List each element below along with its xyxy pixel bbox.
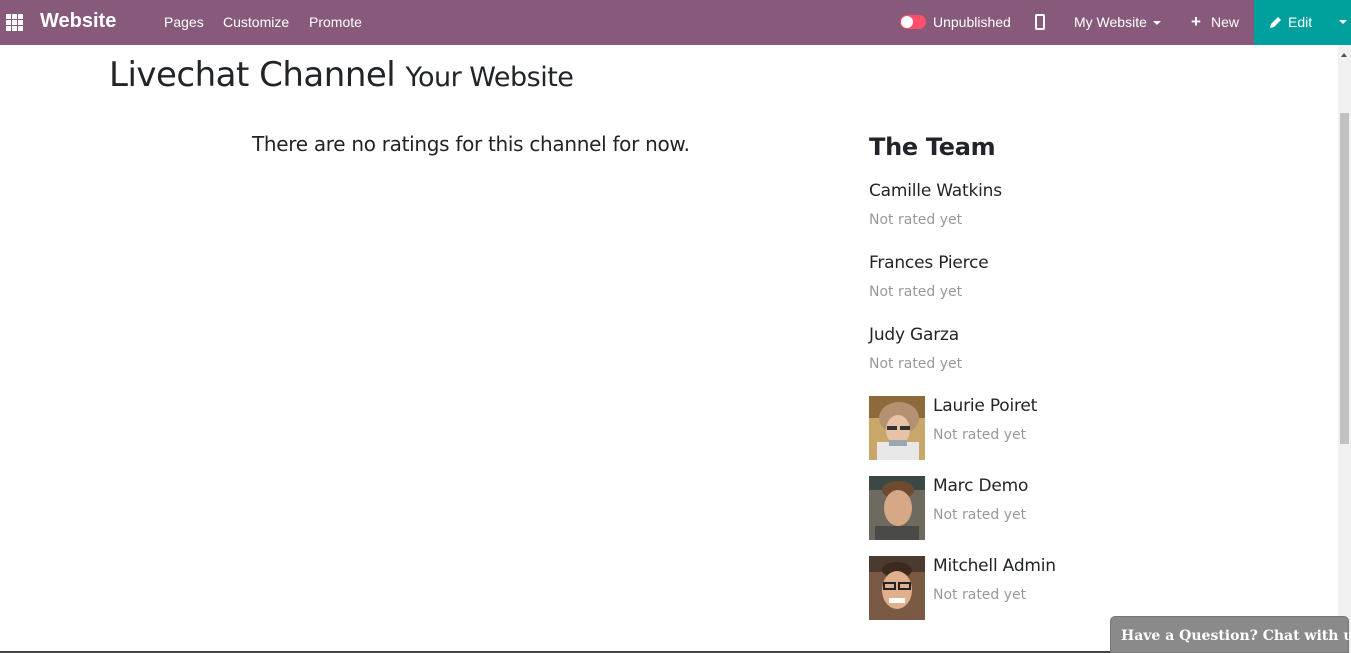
chevron-down-icon: [1152, 21, 1161, 26]
member-info: Marc Demo Not rated yet: [933, 476, 1028, 523]
no-ratings-message: There are no ratings for this channel fo…: [252, 132, 690, 156]
page-subtitle: Your Website: [405, 62, 574, 93]
team-heading: The Team: [869, 133, 996, 161]
apps-grid-icon[interactable]: [6, 14, 23, 31]
member-name: Laurie Poiret: [933, 396, 1038, 416]
scrollbar-thumb[interactable]: [1340, 113, 1349, 444]
member-name: Frances Pierce: [869, 253, 989, 273]
new-button[interactable]: New: [1211, 14, 1239, 30]
member-info: Mitchell Admin Not rated yet: [933, 556, 1056, 603]
website-selector[interactable]: My Website: [1074, 14, 1161, 30]
avatar: [869, 556, 925, 620]
page-title-main: Livechat Channel: [109, 55, 396, 95]
edit-button[interactable]: Edit: [1254, 0, 1351, 45]
member-info: Laurie Poiret Not rated yet: [933, 396, 1037, 443]
member-rating: Not rated yet: [869, 212, 963, 228]
publish-toggle[interactable]: [900, 15, 926, 29]
member-name: Marc Demo: [933, 476, 1029, 496]
edit-dropdown-icon[interactable]: [1339, 20, 1347, 24]
menu-promote[interactable]: Promote: [309, 14, 362, 30]
member-name: Judy Garza: [869, 325, 959, 345]
member-rating: Not rated yet: [933, 507, 1027, 523]
team-member: Camille Watkins Not rated yet: [869, 181, 1002, 228]
pencil-icon: [1270, 17, 1281, 28]
vertical-scrollbar[interactable]: [1338, 45, 1351, 653]
app-title[interactable]: Website: [40, 10, 116, 33]
mobile-preview-icon[interactable]: [1035, 14, 1045, 30]
plus-icon[interactable]: +: [1191, 13, 1201, 30]
website-selector-label: My Website: [1074, 14, 1147, 30]
menu-customize[interactable]: Customize: [223, 14, 289, 30]
team-member: Frances Pierce Not rated yet: [869, 253, 989, 300]
avatar: [869, 396, 925, 460]
member-rating: Not rated yet: [933, 427, 1027, 443]
avatar: [869, 476, 925, 540]
menu-pages[interactable]: Pages: [164, 14, 204, 30]
toggle-knob: [901, 16, 913, 28]
member-rating: Not rated yet: [869, 356, 963, 372]
publish-status-label[interactable]: Unpublished: [933, 14, 1011, 30]
member-name: Mitchell Admin: [933, 556, 1056, 576]
member-rating: Not rated yet: [869, 284, 963, 300]
member-rating: Not rated yet: [933, 587, 1027, 603]
team-member: Judy Garza Not rated yet: [869, 325, 962, 372]
livechat-button[interactable]: Have a Question? Chat with us.: [1110, 616, 1351, 653]
member-name: Camille Watkins: [869, 181, 1002, 201]
edit-label: Edit: [1288, 14, 1313, 30]
page-title: Livechat Channel Your Website: [109, 55, 574, 95]
scroll-up-icon[interactable]: [1341, 53, 1347, 57]
top-navbar: Website Pages Customize Promote Unpublis…: [0, 0, 1351, 45]
